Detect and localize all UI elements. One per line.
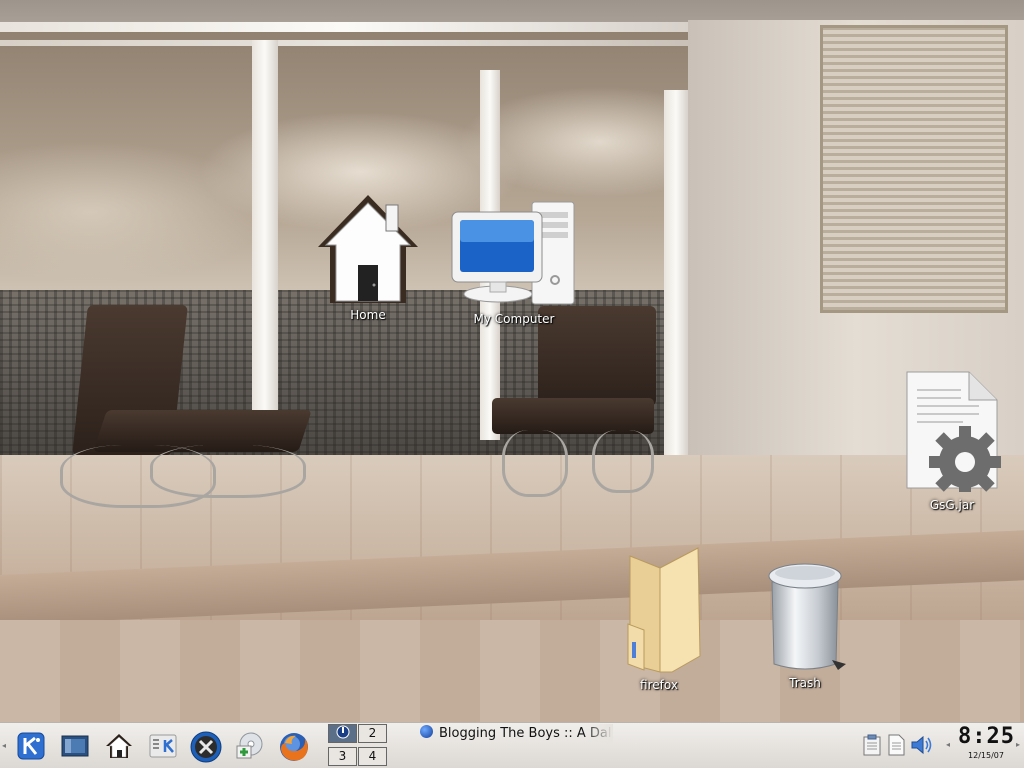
jar-file-icon [906,371,1001,492]
clock-date: 12/15/07 [968,751,1004,760]
tools-icon [190,731,222,763]
trash-icon [768,563,846,670]
window-frame [664,90,688,460]
taskbar-clock[interactable]: 8:25 12/15/07 [958,724,1014,766]
pager-desktop-2[interactable]: 2 [358,724,387,743]
clipboard-icon [863,734,881,756]
taskbar-window-button[interactable]: Blogging The Boys :: A Dal [417,724,613,744]
desktop-icon-home[interactable]: Home [312,193,424,322]
firefox-icon [280,733,308,761]
tray-volume[interactable] [910,734,934,760]
show-desktop-button[interactable] [60,731,90,761]
home-icon [106,734,132,758]
panel-hide-far-right-arrow[interactable]: ▸ [1016,740,1020,749]
window-frame [0,40,688,46]
pager-desktop-1[interactable] [328,724,357,743]
control-center-button[interactable] [148,731,178,761]
computer-icon [451,201,575,305]
firefox-launcher-button[interactable] [278,731,308,761]
wallpaper-lower-floor [0,620,1024,722]
clock-time: 8:25 [958,724,1015,749]
desktop-icon-label: GsG.jar [929,498,975,512]
panel-hide-left-arrow[interactable]: ◂ [2,741,10,751]
firefox-globe-icon [336,725,349,739]
kde-k-icon [17,732,45,760]
folder-icon [627,547,701,673]
kde-menu-button[interactable] [16,731,46,761]
desktop-icon-label: firefox [640,678,678,692]
control-center-icon [149,734,177,758]
desktop-icon-my-computer[interactable]: My Computer [448,198,580,326]
notes-icon [888,734,905,756]
pager-desktop-4[interactable]: 4 [358,747,387,766]
wallpaper-chair-left [60,305,312,515]
desktop-icon-trash[interactable]: Trash [760,560,850,690]
media-launcher-button[interactable] [234,731,264,761]
desktop-icon-label: Home [350,308,386,322]
tray-clipboard[interactable] [862,734,882,760]
pager-desktop-3[interactable]: 3 [328,747,357,766]
desktop-wallpaper[interactable] [0,0,1024,722]
tools-launcher-button[interactable] [190,731,222,763]
cd-icon [236,732,263,759]
wallpaper-chair-right [492,306,662,497]
volume-icon [911,735,932,755]
panel-hide-right-arrow[interactable]: ◂ [946,740,950,749]
wallpaper-window-blinds [820,25,1008,313]
title-fade [583,724,613,744]
desktop-icon-label: Trash [789,676,821,690]
desktop-icon-label: My Computer [473,312,555,326]
desktop-icon-firefox-folder[interactable]: firefox [612,546,706,692]
desktop-icon [61,735,89,757]
firefox-globe-icon [420,725,433,738]
tray-notes[interactable] [886,734,906,760]
home-launcher-button[interactable] [104,731,134,761]
window-frame [0,22,688,32]
home-icon [318,195,418,303]
desktop-icon-gsg-jar[interactable]: GsG.jar [899,370,1005,512]
